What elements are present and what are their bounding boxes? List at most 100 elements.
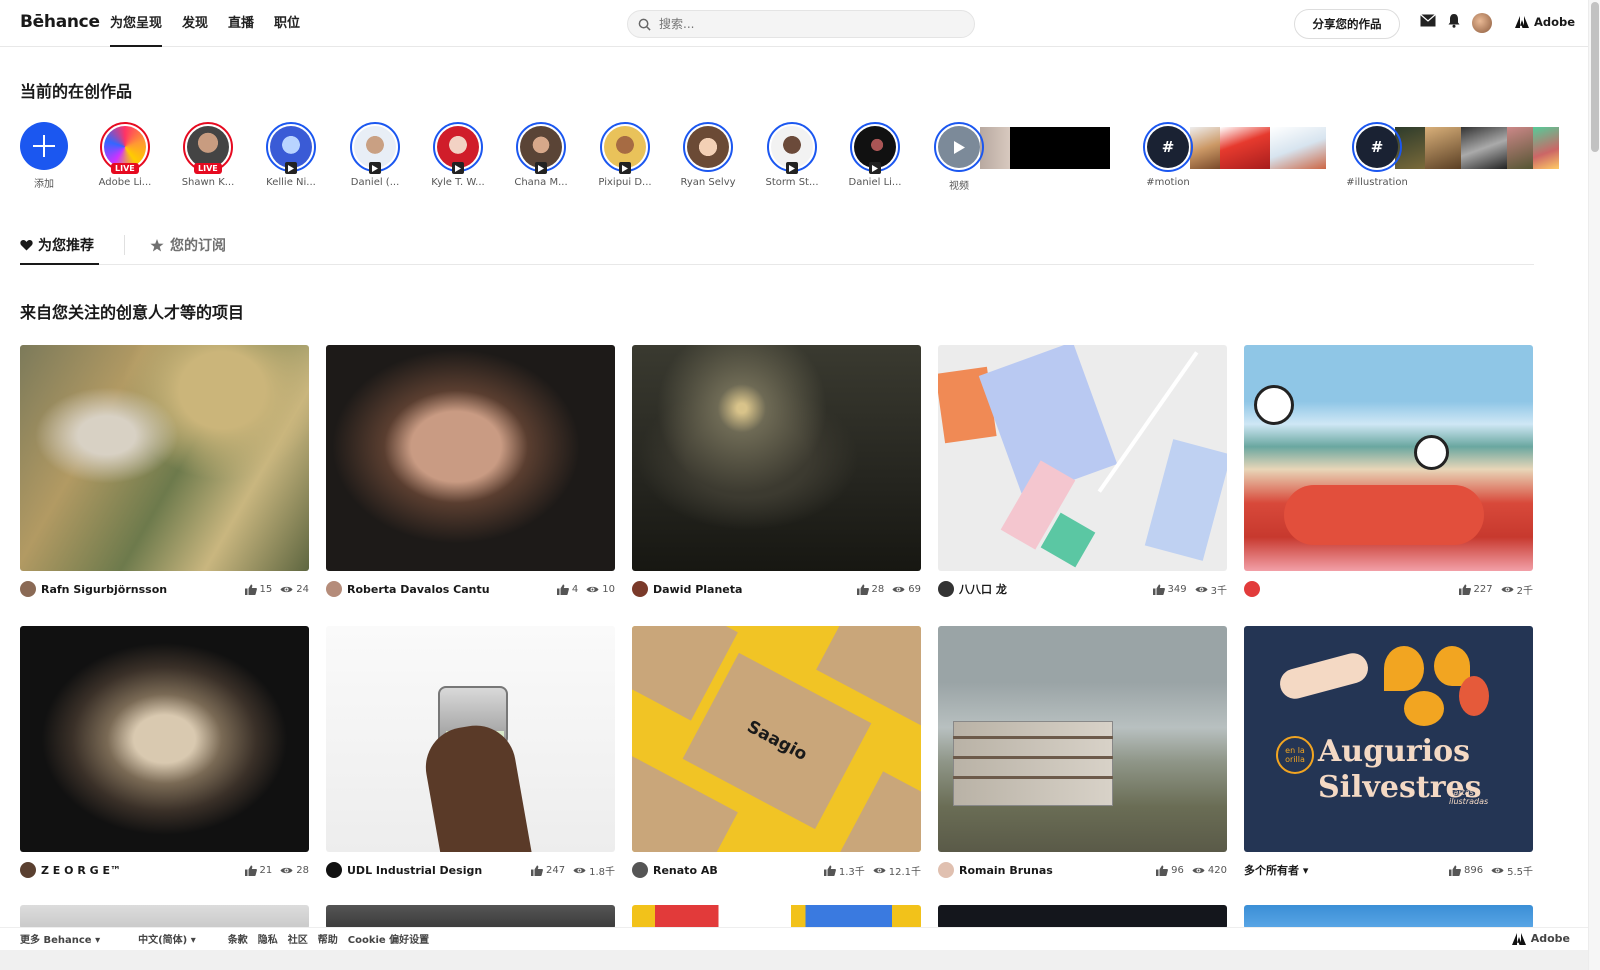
- owner-name[interactable]: Z E O R G E™: [41, 864, 121, 877]
- search-input[interactable]: [657, 16, 957, 32]
- project-card[interactable]: 227 2千: [1244, 345, 1533, 597]
- project-card[interactable]: [632, 905, 921, 929]
- illustration-thumb-strip[interactable]: [1395, 127, 1559, 169]
- project-card[interactable]: [1244, 905, 1533, 929]
- project-thumbnail[interactable]: [20, 905, 309, 929]
- project-card[interactable]: Z E O R G E™ 21 28: [20, 626, 309, 878]
- footer-link-help[interactable]: 帮助: [318, 931, 338, 946]
- live-item[interactable]: Pixipui D...: [590, 122, 660, 188]
- eye-icon: [586, 586, 599, 592]
- tab-following[interactable]: 您的订阅: [150, 231, 226, 259]
- project-thumbnail[interactable]: [326, 905, 615, 929]
- project-card[interactable]: Romain Brunas 96 420: [938, 626, 1227, 878]
- share-work-button[interactable]: 分享您的作品: [1294, 9, 1400, 39]
- owner-avatar[interactable]: [632, 862, 648, 878]
- live-item[interactable]: Daniel (...: [340, 122, 410, 188]
- live-avatar: #: [1352, 122, 1402, 172]
- play-icon: [535, 162, 547, 174]
- owner-name[interactable]: Dawid Planeta: [653, 583, 742, 596]
- behance-logo[interactable]: Bēhance: [20, 12, 100, 32]
- owner-avatar[interactable]: [20, 581, 36, 597]
- project-card[interactable]: 八八口 龙 349 3千: [938, 345, 1227, 597]
- multiple-owners-dropdown[interactable]: 多个所有者 ▾: [1244, 862, 1308, 878]
- owner-avatar[interactable]: [326, 862, 342, 878]
- video-thumb-strip[interactable]: [980, 127, 1110, 169]
- project-card[interactable]: Dawid Planeta 28 69: [632, 345, 921, 597]
- project-thumbnail[interactable]: [938, 345, 1227, 571]
- owner-name[interactable]: Rafn Sigurbjörnsson: [41, 583, 167, 596]
- view-count: 5.5千: [1507, 866, 1533, 878]
- live-tag-illustration[interactable]: # #illustration: [1342, 122, 1412, 188]
- owner-avatar[interactable]: [1244, 581, 1260, 597]
- project-card[interactable]: UDL Industrial Design 247 1.8千: [326, 626, 615, 878]
- nav-discover[interactable]: 发现: [182, 0, 208, 47]
- project-thumbnail[interactable]: [632, 345, 921, 571]
- footer-adobe-link[interactable]: Adobe: [1511, 932, 1570, 945]
- scrollbar-thumb[interactable]: [1591, 2, 1599, 152]
- view-count: 3千: [1210, 585, 1227, 597]
- live-add-item[interactable]: 添加: [9, 122, 79, 190]
- projects-section-title: 来自您关注的创意人才等的项目: [20, 303, 245, 322]
- footer-link-terms[interactable]: 条款: [228, 931, 248, 946]
- project-thumbnail[interactable]: [1244, 345, 1533, 571]
- user-avatar[interactable]: [1472, 13, 1492, 33]
- project-thumbnail[interactable]: [20, 626, 309, 852]
- project-thumbnail[interactable]: Saagio: [632, 626, 921, 852]
- owner-name[interactable]: Romain Brunas: [959, 864, 1053, 877]
- owner-avatar[interactable]: [938, 862, 954, 878]
- page-scrollbar[interactable]: [1588, 0, 1600, 970]
- owner-avatar[interactable]: [632, 581, 648, 597]
- live-item[interactable]: Kellie Ni...: [256, 122, 326, 188]
- project-thumbnail[interactable]: [20, 345, 309, 571]
- project-thumbnail[interactable]: [326, 626, 615, 852]
- motion-thumb-strip[interactable]: [1190, 127, 1326, 169]
- live-item[interactable]: Ryan Selvy: [673, 122, 743, 188]
- owner-avatar[interactable]: [20, 862, 36, 878]
- live-tag-motion[interactable]: # #motion: [1133, 122, 1203, 188]
- project-thumbnail[interactable]: en la orilla Augurios Silvestres cartas …: [1244, 626, 1533, 852]
- live-item[interactable]: LIVE Adobe Li...: [90, 122, 160, 188]
- add-icon[interactable]: [20, 122, 68, 170]
- live-item[interactable]: Chana M...: [506, 122, 576, 188]
- owner-name[interactable]: Roberta Davalos Cantu: [347, 583, 490, 596]
- project-card[interactable]: Rafn Sigurbjörnsson 15 24: [20, 345, 309, 597]
- footer-link-privacy[interactable]: 隐私: [258, 931, 278, 946]
- project-thumbnail[interactable]: [938, 905, 1227, 929]
- nav-livestream[interactable]: 直播: [228, 0, 254, 47]
- nav-for-you[interactable]: 为您呈现: [110, 0, 163, 47]
- bell-icon[interactable]: [1448, 13, 1460, 28]
- live-section-title: 当前的在创作品: [20, 82, 133, 101]
- project-card[interactable]: [938, 905, 1227, 929]
- project-thumbnail[interactable]: [1244, 905, 1533, 929]
- project-card[interactable]: Saagio Renato AB 1.3千 12.1千: [632, 626, 921, 878]
- mail-icon[interactable]: [1420, 14, 1436, 27]
- adobe-link[interactable]: Adobe: [1515, 15, 1575, 29]
- project-thumbnail[interactable]: [938, 626, 1227, 852]
- live-item-label: Storm St...: [765, 177, 819, 188]
- project-card[interactable]: [20, 905, 309, 929]
- owner-avatar[interactable]: [326, 581, 342, 597]
- nav-jobs[interactable]: 职位: [274, 0, 300, 47]
- more-behance-dropdown[interactable]: 更多 Behance ▾: [20, 931, 100, 946]
- owner-name[interactable]: 八八口 龙: [959, 581, 1007, 597]
- tab-recommended[interactable]: 为您推荐: [20, 231, 94, 259]
- live-video-item[interactable]: 视频: [924, 122, 994, 192]
- project-card[interactable]: Roberta Davalos Cantu 4 10: [326, 345, 615, 597]
- project-card[interactable]: en la orilla Augurios Silvestres cartas …: [1244, 626, 1533, 878]
- active-tab-indicator: [20, 263, 99, 265]
- owner-avatar[interactable]: [938, 581, 954, 597]
- footer-link-cookies[interactable]: Cookie 偏好设置: [348, 931, 429, 946]
- live-item[interactable]: Kyle T. W...: [423, 122, 493, 188]
- search-bar[interactable]: [627, 10, 975, 38]
- owner-name[interactable]: UDL Industrial Design: [347, 864, 482, 877]
- owner-name[interactable]: Renato AB: [653, 864, 718, 877]
- project-card[interactable]: [326, 905, 615, 929]
- project-thumbnail[interactable]: [326, 345, 615, 571]
- live-item[interactable]: LIVE Shawn K...: [173, 122, 243, 188]
- live-avatar: LIVE: [100, 122, 150, 174]
- footer-link-community[interactable]: 社区: [288, 931, 308, 946]
- language-dropdown[interactable]: 中文(简体) ▾: [138, 931, 196, 946]
- live-item[interactable]: Daniel Li...: [840, 122, 910, 188]
- live-item[interactable]: Storm St...: [757, 122, 827, 188]
- project-thumbnail[interactable]: [632, 905, 921, 929]
